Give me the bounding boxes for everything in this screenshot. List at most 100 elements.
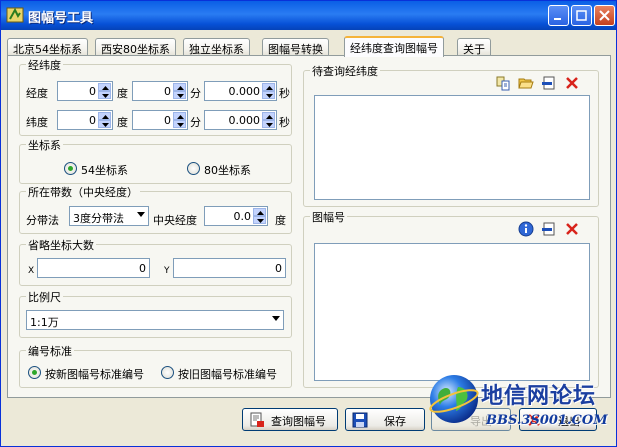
- y-offset-input[interactable]: 0: [173, 258, 286, 278]
- pending-coords-title: 待查询经纬度: [310, 63, 380, 79]
- zone-method-label: 分带法: [26, 214, 59, 227]
- central-meridian-spinner[interactable]: 0.0: [204, 206, 268, 226]
- longitude-deg-value: 0: [89, 85, 96, 98]
- spin-arrows[interactable]: [98, 112, 111, 128]
- longitude-sec-value: 0.000: [228, 85, 261, 98]
- spin-arrows[interactable]: [98, 83, 111, 99]
- spin-arrows[interactable]: [173, 83, 186, 99]
- down-arrow-icon: [266, 94, 273, 98]
- pending-coords-group: 待查询经纬度: [303, 63, 599, 207]
- coord-54-label[interactable]: 54坐标系: [81, 162, 128, 178]
- tab-beijing54[interactable]: 北京54坐标系: [7, 38, 88, 56]
- zone-method-select[interactable]: 3度分带法: [69, 206, 149, 226]
- code-new-label[interactable]: 按新图幅号标准编号: [45, 366, 144, 382]
- up-arrow-icon: [177, 86, 184, 90]
- central-meridian-label: 中央经度: [153, 214, 197, 227]
- central-meridian-unit: 度: [275, 214, 286, 227]
- x-offset-input[interactable]: 0: [37, 258, 150, 278]
- app-logo-icon: [6, 7, 24, 23]
- code-new-radio[interactable]: [28, 366, 41, 379]
- longitude-min-value: 0: [164, 85, 171, 98]
- chevron-down-icon: [137, 212, 145, 217]
- coord-system-group: 坐标系 54坐标系 80坐标系: [19, 137, 292, 184]
- code-standard-title: 编号标准: [26, 343, 74, 359]
- minimize-button[interactable]: [548, 5, 569, 26]
- tab-mapsheet-convert[interactable]: 图幅号转换: [262, 38, 329, 56]
- delete-icon[interactable]: [564, 221, 580, 237]
- zone-method-value: 3度分带法: [73, 212, 124, 225]
- coord-80-radio[interactable]: [187, 162, 200, 175]
- mapsheet-title: 图幅号: [310, 209, 347, 225]
- title-bar[interactable]: 图幅号工具: [1, 1, 616, 30]
- up-arrow-icon: [102, 115, 109, 119]
- down-arrow-icon: [177, 94, 184, 98]
- latitude-min-value: 0: [164, 114, 171, 127]
- coord-offset-group: 省略坐标大数 X 0 Y 0: [19, 237, 292, 286]
- code-standard-group: 编号标准 按新图幅号标准编号 按旧图幅号标准编号: [19, 343, 292, 388]
- window-title: 图幅号工具: [28, 11, 94, 26]
- spin-arrows[interactable]: [262, 83, 275, 99]
- latitude-deg-spinner[interactable]: 0: [57, 110, 113, 130]
- tab-independent[interactable]: 独立坐标系: [183, 38, 250, 56]
- up-arrow-icon: [102, 86, 109, 90]
- y-offset-value: 0: [275, 262, 282, 275]
- tab-xian80[interactable]: 西安80坐标系: [95, 38, 176, 56]
- up-arrow-icon: [266, 115, 273, 119]
- mapsheet-list[interactable]: [314, 243, 590, 381]
- spin-arrows[interactable]: [262, 112, 275, 128]
- mapsheet-group: 图幅号: [303, 209, 599, 388]
- close-icon: [599, 10, 610, 21]
- open-folder-icon[interactable]: [518, 75, 534, 91]
- scale-group: 比例尺 1:1万: [19, 289, 292, 338]
- up-arrow-icon: [177, 115, 184, 119]
- remove-item-icon[interactable]: [541, 221, 557, 237]
- paste-icon[interactable]: [495, 75, 511, 91]
- close-button[interactable]: [594, 5, 615, 26]
- spin-arrows[interactable]: [253, 208, 266, 224]
- longitude-sec-spinner[interactable]: 0.000: [204, 81, 277, 101]
- longitude-min-spinner[interactable]: 0: [132, 81, 188, 101]
- latlon-group: 经纬度 经度 0 度 0 分 0.000 秒 纬度 0 度 0 分 0.000 …: [19, 57, 292, 136]
- latitude-sec-spinner[interactable]: 0.000: [204, 110, 277, 130]
- tab-latlon-query[interactable]: 经纬度查询图幅号: [344, 36, 444, 57]
- up-arrow-icon: [257, 211, 264, 215]
- unit-min-label: 分: [190, 87, 201, 100]
- coord-offset-title: 省略坐标大数: [26, 237, 96, 253]
- spin-arrows[interactable]: [173, 112, 186, 128]
- coord-80-label[interactable]: 80坐标系: [204, 162, 251, 178]
- latlon-group-title: 经纬度: [26, 57, 63, 73]
- scale-group-title: 比例尺: [26, 289, 63, 305]
- unit-sec-label: 秒: [279, 116, 290, 129]
- scale-select[interactable]: 1:1万: [26, 310, 284, 330]
- pending-coords-list[interactable]: [314, 95, 590, 200]
- delete-icon[interactable]: [564, 75, 580, 91]
- scale-value: 1:1万: [30, 316, 59, 329]
- latitude-deg-value: 0: [89, 114, 96, 127]
- coord-system-title: 坐标系: [26, 137, 63, 153]
- up-arrow-icon: [266, 86, 273, 90]
- x-offset-value: 0: [139, 262, 146, 275]
- query-label: 查询图幅号: [271, 415, 326, 428]
- code-old-label[interactable]: 按旧图幅号标准编号: [178, 366, 277, 382]
- remove-item-icon[interactable]: [541, 75, 557, 91]
- coord-54-radio[interactable]: [64, 162, 77, 175]
- maximize-button[interactable]: [571, 5, 592, 26]
- longitude-deg-spinner[interactable]: 0: [57, 81, 113, 101]
- down-arrow-icon: [102, 123, 109, 127]
- longitude-label: 经度: [26, 87, 48, 100]
- query-doc-icon: [250, 412, 264, 427]
- query-mapsheet-button[interactable]: 查询图幅号: [242, 408, 338, 431]
- save-button[interactable]: 保存: [345, 408, 425, 431]
- unit-deg-label: 度: [117, 87, 128, 100]
- app-window: 图幅号工具 北京54坐标系 西安80坐标系 独立坐标系 图幅号转换 经纬度查询图…: [0, 0, 617, 447]
- latitude-label: 纬度: [26, 116, 48, 129]
- maximize-icon: [576, 10, 587, 21]
- chevron-down-icon: [272, 316, 280, 321]
- tab-about[interactable]: 关于: [457, 38, 491, 56]
- watermark-cn: 地信网论坛: [481, 384, 597, 409]
- unit-min-label: 分: [190, 116, 201, 129]
- code-old-radio[interactable]: [161, 366, 174, 379]
- unit-deg-label: 度: [117, 116, 128, 129]
- info-icon[interactable]: [518, 221, 534, 237]
- latitude-min-spinner[interactable]: 0: [132, 110, 188, 130]
